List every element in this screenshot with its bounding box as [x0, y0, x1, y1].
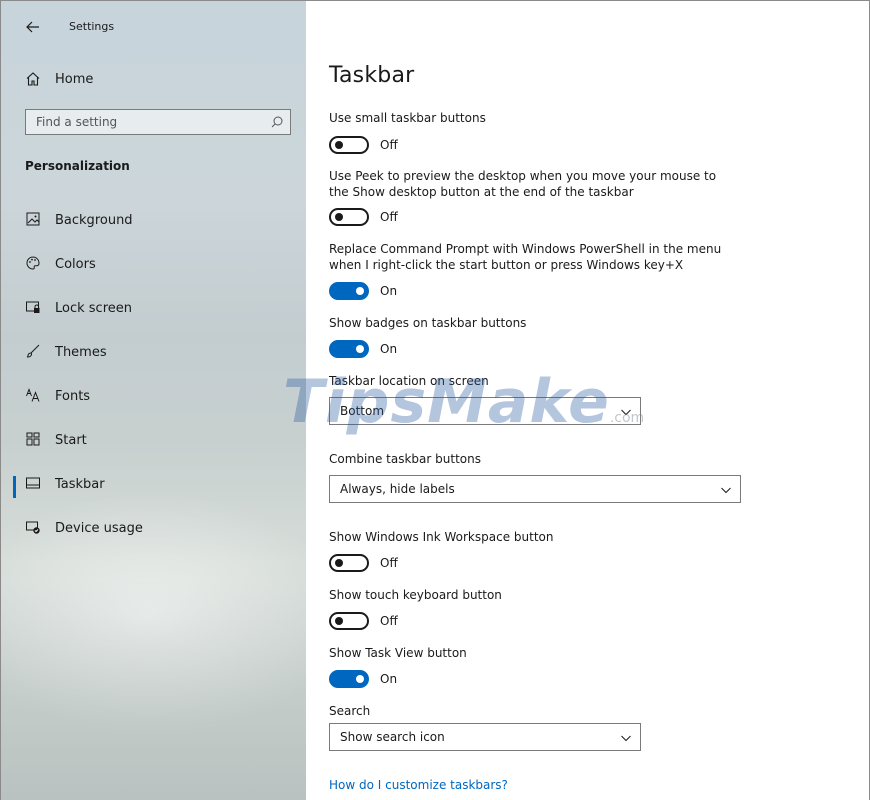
- chevron-down-icon: [620, 732, 632, 742]
- search-setting-label: Search: [329, 704, 371, 718]
- toggle-knob: [335, 141, 343, 149]
- sidebar-item-label: Lock screen: [55, 301, 132, 316]
- sidebar-item-label: Taskbar: [55, 477, 105, 492]
- task-view-label: Show Task View button: [329, 646, 467, 660]
- small-buttons-label: Use small taskbar buttons: [329, 111, 486, 125]
- start-grid-icon: [25, 431, 43, 449]
- badges-label: Show badges on taskbar buttons: [329, 316, 527, 330]
- toggle-knob: [356, 345, 364, 353]
- location-value: Bottom: [340, 404, 385, 418]
- sidebar-item-label: Start: [55, 433, 87, 448]
- ink-label: Show Windows Ink Workspace button: [329, 530, 554, 544]
- image-icon: [25, 211, 43, 229]
- chevron-down-icon: [620, 406, 632, 416]
- title-bar: Settings: [1, 13, 306, 41]
- peek-state: Off: [380, 210, 398, 224]
- lock-screen-icon: [25, 299, 43, 317]
- brush-icon: [25, 343, 43, 361]
- main-content: Taskbar Use small taskbar buttons Off Us…: [329, 1, 859, 800]
- ink-state: Off: [380, 556, 398, 570]
- device-usage-icon: [25, 519, 43, 537]
- find-setting-search[interactable]: [25, 109, 291, 135]
- taskbar-icon: [25, 475, 43, 493]
- sidebar-item-lock-screen[interactable]: Lock screen: [1, 289, 306, 333]
- sidebar-item-start[interactable]: Start: [1, 421, 306, 465]
- touch-keyboard-label: Show touch keyboard button: [329, 588, 502, 602]
- home-label: Home: [55, 72, 94, 87]
- app-title: Settings: [69, 20, 115, 33]
- sidebar-item-fonts[interactable]: Fonts: [1, 377, 306, 421]
- sidebar-item-label: Themes: [55, 345, 107, 360]
- sidebar-item-label: Fonts: [55, 389, 91, 404]
- chevron-down-icon: [720, 484, 732, 494]
- page-title: Taskbar: [329, 63, 415, 88]
- sidebar-item-taskbar[interactable]: Taskbar: [1, 465, 306, 509]
- ink-toggle[interactable]: [329, 554, 369, 572]
- toggle-knob: [335, 559, 343, 567]
- palette-icon: [25, 255, 43, 273]
- badges-state: On: [380, 342, 398, 356]
- home-icon: [25, 71, 43, 89]
- search-input[interactable]: [26, 110, 262, 134]
- toggle-knob: [335, 213, 343, 221]
- section-header-personalization: Personalization: [25, 159, 130, 173]
- touch-keyboard-state: Off: [380, 614, 398, 628]
- combine-value: Always, hide labels: [340, 482, 455, 496]
- toggle-knob: [335, 617, 343, 625]
- location-dropdown[interactable]: Bottom: [329, 397, 641, 425]
- sidebar-item-label: Colors: [55, 257, 96, 272]
- task-view-toggle[interactable]: [329, 670, 369, 688]
- peek-toggle[interactable]: [329, 208, 369, 226]
- touch-keyboard-toggle[interactable]: [329, 612, 369, 630]
- powershell-label: Replace Command Prompt with Windows Powe…: [329, 242, 722, 272]
- font-icon: [25, 387, 43, 405]
- small-buttons-state: Off: [380, 138, 398, 152]
- toggle-knob: [356, 287, 364, 295]
- help-link[interactable]: How do I customize taskbars?: [329, 778, 508, 792]
- settings-window: Settings Home Personalization Background: [0, 0, 870, 800]
- back-arrow-icon[interactable]: [21, 17, 45, 37]
- sidebar-item-colors[interactable]: Colors: [1, 245, 306, 289]
- combine-dropdown[interactable]: Always, hide labels: [329, 475, 741, 503]
- sidebar-item-home[interactable]: Home: [1, 63, 306, 97]
- badges-toggle[interactable]: [329, 340, 369, 358]
- sidebar-item-label: Device usage: [55, 521, 143, 536]
- sidebar-item-label: Background: [55, 213, 133, 228]
- combine-label: Combine taskbar buttons: [329, 452, 481, 466]
- task-view-state: On: [380, 672, 398, 686]
- search-value: Show search icon: [340, 730, 445, 744]
- sidebar: Settings Home Personalization Background: [1, 1, 306, 800]
- powershell-state: On: [380, 284, 398, 298]
- sidebar-nav-list: Background Colors Lock screen Themes Fon…: [1, 201, 306, 553]
- peek-label: Use Peek to preview the desktop when you…: [329, 169, 717, 199]
- sidebar-item-device-usage[interactable]: Device usage: [1, 509, 306, 553]
- sidebar-item-themes[interactable]: Themes: [1, 333, 306, 377]
- location-label: Taskbar location on screen: [329, 374, 489, 388]
- sidebar-item-background[interactable]: Background: [1, 201, 306, 245]
- search-dropdown[interactable]: Show search icon: [329, 723, 641, 751]
- search-icon[interactable]: [270, 115, 284, 129]
- small-buttons-toggle[interactable]: [329, 136, 369, 154]
- toggle-knob: [356, 675, 364, 683]
- powershell-toggle[interactable]: [329, 282, 369, 300]
